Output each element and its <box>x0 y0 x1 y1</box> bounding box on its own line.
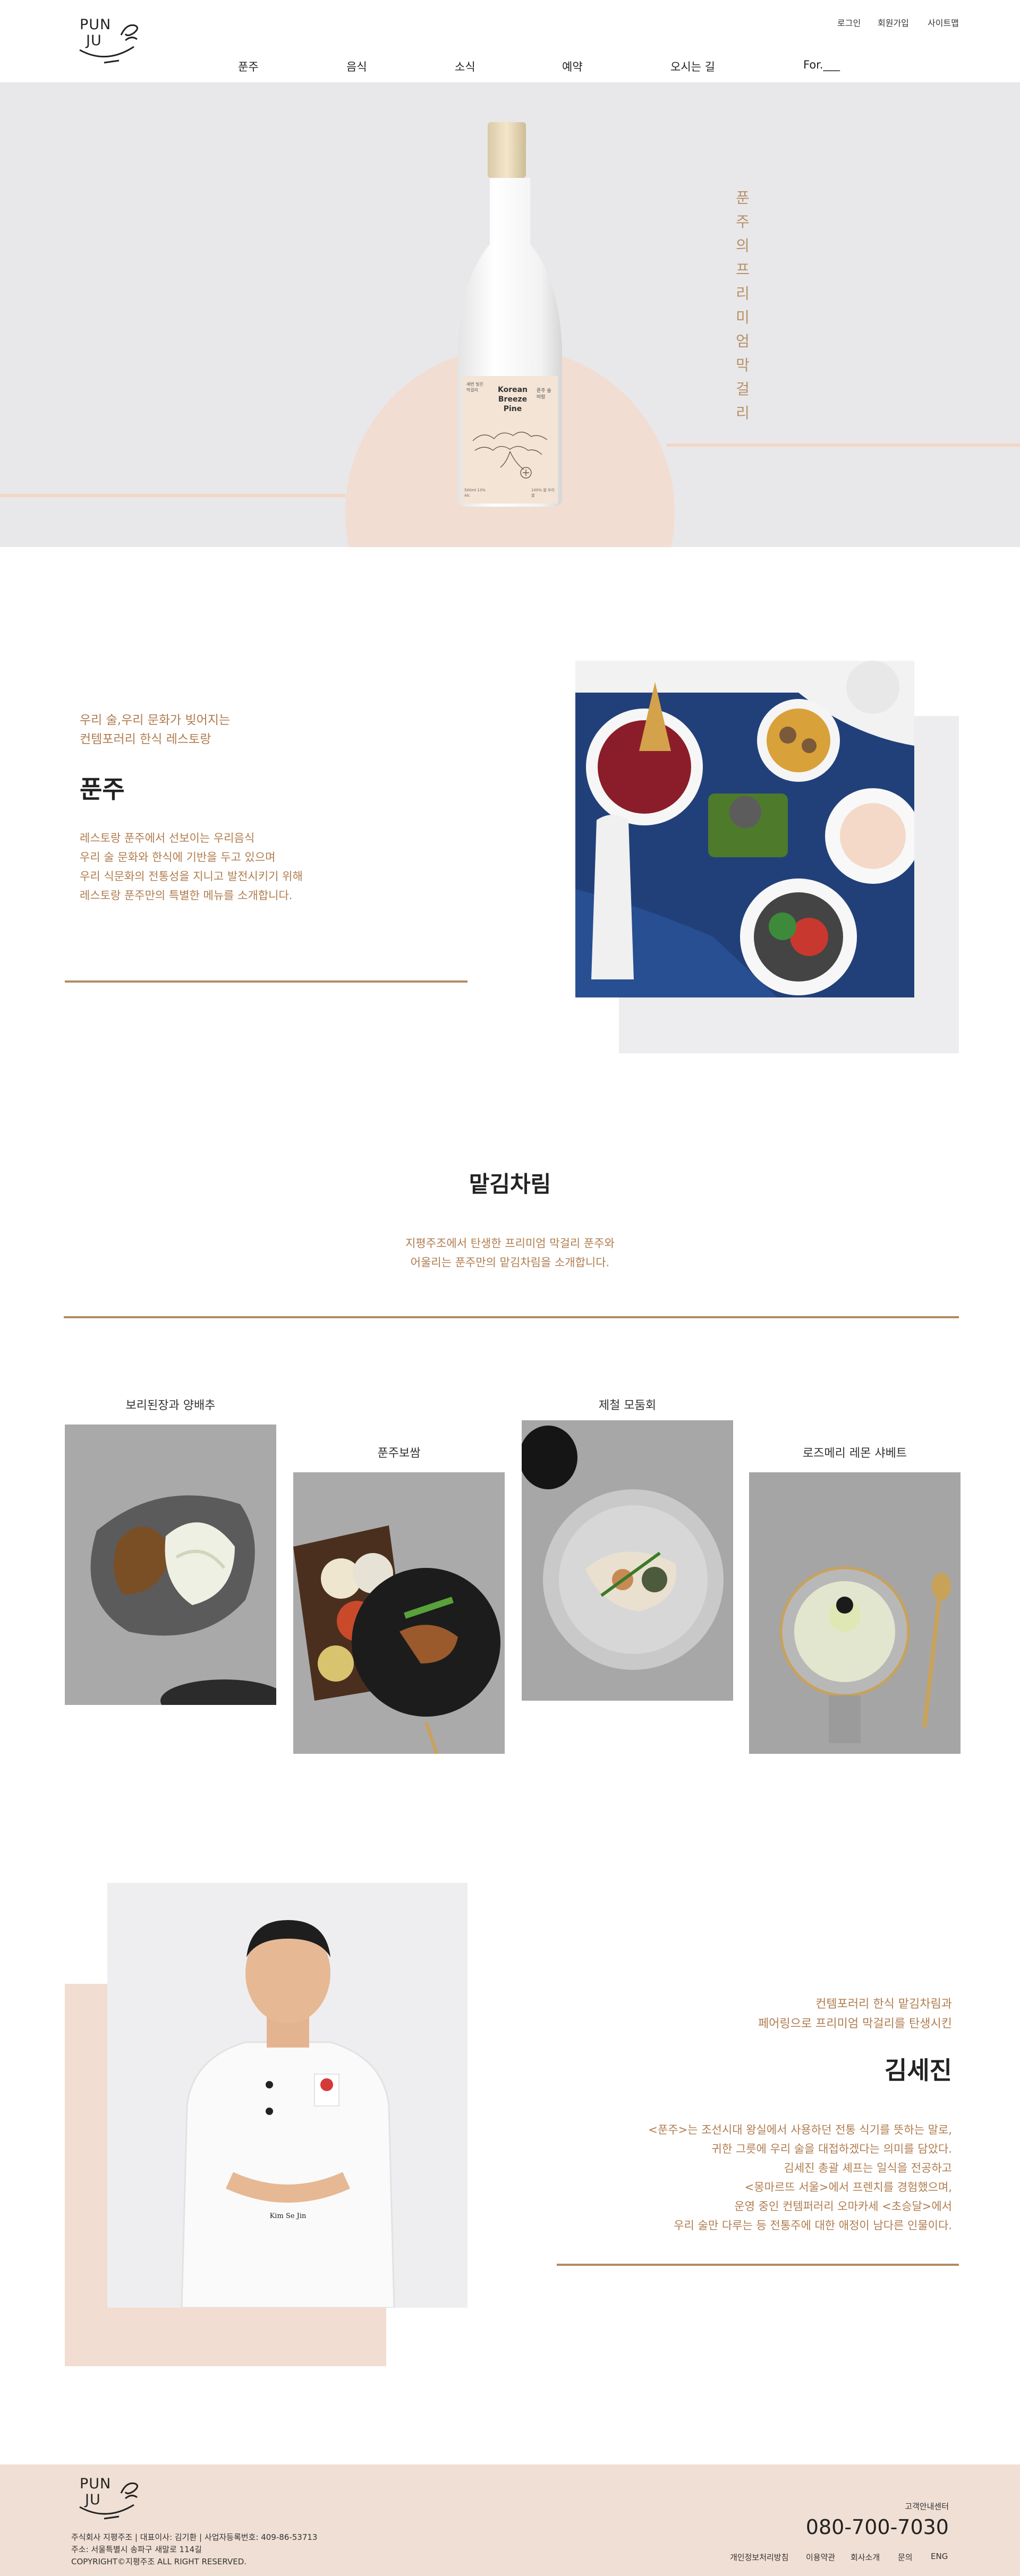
nav-punju[interactable]: 푼주 <box>238 58 259 74</box>
chef-apron-text: Kim Se Jin <box>269 2212 307 2220</box>
hero-vertical-title: 푼주의 프리미엄 막걸리 <box>736 189 750 422</box>
lemon-sherbet-icon <box>749 1472 960 1754</box>
bottle-side-left: 세번 빚은 막걸리 <box>466 382 483 393</box>
chef-body-5: 운영 중인 컨템퍼러리 오마카세 <초승달>에서 <box>734 2200 952 2213</box>
intro-subtitle-2: 컨템포러리 한식 레스토랑 <box>80 732 211 746</box>
nav-reservation[interactable]: 예약 <box>562 58 583 74</box>
footer-logo-bowl-icon <box>79 2482 138 2520</box>
bottle-small-left: 500ml 13% Alc <box>464 488 486 498</box>
menu-section-title: 맡김차림 <box>469 1171 551 1197</box>
login-link[interactable]: 로그인 <box>837 16 861 29</box>
chef-body-6: 우리 술만 다루는 등 전통주에 대한 애정이 남다른 인물이다. <box>674 2219 952 2232</box>
chef-photo: Kim Se Jin <box>107 1883 468 2308</box>
doenjang-cabbage-dish-icon <box>65 1425 276 1705</box>
nav-food[interactable]: 음식 <box>346 58 367 74</box>
intro-body-1: 레스토랑 푼주에서 선보이는 우리음식 <box>80 832 255 845</box>
menu-desc-1: 지평주조에서 탄생한 프리미엄 막걸리 푼주와 <box>405 1237 615 1250</box>
footer-contact-link[interactable]: 문의 <box>898 2552 913 2563</box>
intro-title: 푼주 <box>80 775 125 804</box>
chef-portrait-icon <box>107 1883 468 2308</box>
nav-news[interactable]: 소식 <box>455 58 475 74</box>
nav-for[interactable]: For.___ <box>803 58 840 71</box>
chef-name: 김세진 <box>885 2056 952 2085</box>
menu-item-caption-1: 보리된장과 양배추 <box>125 1399 216 1412</box>
menu-item-photo-1[interactable] <box>65 1425 276 1705</box>
footer-cs-label: 고객안내센터 <box>905 2502 949 2511</box>
bottle-side-right: 푼주 솔바람 <box>537 388 551 400</box>
sitemap-link[interactable]: 사이트맵 <box>928 16 959 29</box>
menu-desc-2: 어울리는 푼주만의 맡김차림을 소개합니다. <box>410 1256 610 1269</box>
footer-about-link[interactable]: 회사소개 <box>851 2552 880 2563</box>
menu-item-caption-2: 푼주보쌈 <box>377 1447 421 1460</box>
footer-terms-link[interactable]: 이용약관 <box>806 2552 835 2563</box>
footer-copyright: COPYRIGHT©지평주조 ALL RIGHT RESERVED. <box>71 2557 247 2566</box>
chef-body-1: <푼주>는 조선시대 왕실에서 사용하던 전통 식기를 뜻하는 말로, <box>648 2123 952 2136</box>
chef-subtitle-2: 페어링으로 프리미엄 막걸리를 탄생시킨 <box>758 2017 952 2031</box>
footer-phone[interactable]: 080-700-7030 <box>806 2515 949 2539</box>
chef-body-4: <몽마르뜨 서울>에서 프렌치를 경험했으며, <box>744 2181 952 2194</box>
intro-body-4: 레스토랑 푼주만의 특별한 메뉴를 소개합니다. <box>80 889 293 902</box>
hero-banner: Korean Breeze Pine 세번 빚은 막걸리 푼주 솔바람 500m… <box>0 82 1020 547</box>
site-header: PUN JU 로그인 회원가입 사이트맵 푼주 음식 소식 예약 오시는 길 F… <box>0 0 1020 82</box>
menu-divider <box>64 1316 959 1318</box>
menu-item-caption-4: 로즈메리 레몬 샤베트 <box>802 1447 907 1460</box>
footer-address: 주소: 서울특별시 송파구 새말로 114길 <box>71 2545 202 2554</box>
bottle-small-right: 100% 쌀 우리쌀 <box>531 488 555 498</box>
sashimi-platter-icon <box>522 1420 733 1701</box>
bottle-tree-illustration-icon <box>472 431 548 479</box>
intro-body-3: 우리 식문화의 전통성을 지니고 발전시키기 위해 <box>80 870 303 883</box>
signup-link[interactable]: 회원가입 <box>878 16 909 29</box>
footer-privacy-link[interactable]: 개인정보처리방침 <box>730 2552 788 2563</box>
bossam-dish-icon <box>293 1472 505 1754</box>
intro-body-2: 우리 술 문화와 한식에 기반을 두고 있으며 <box>80 851 276 864</box>
footer-eng-link[interactable]: ENG <box>931 2552 948 2561</box>
site-logo[interactable]: PUN JU <box>74 14 143 67</box>
logo-bowl-icon <box>79 24 138 64</box>
intro-divider <box>65 980 468 983</box>
hero-line-left <box>0 494 345 497</box>
chef-divider <box>557 2264 959 2266</box>
menu-item-photo-2[interactable] <box>293 1472 505 1754</box>
intro-food-photo <box>575 661 914 997</box>
menu-item-photo-4[interactable] <box>749 1472 960 1754</box>
korean-dishes-illustration-icon <box>575 661 914 997</box>
chef-body-3: 김세진 총괄 셰프는 일식을 전공하고 <box>784 2162 953 2174</box>
chef-body-2: 귀한 그릇에 우리 술을 대접하겠다는 의미를 담았다. <box>711 2143 952 2155</box>
hero-line-right <box>667 443 1020 447</box>
footer-company-info: 주식회사 지평주조 | 대표이사: 김기환 | 사업자등록번호: 409-86-… <box>71 2532 318 2542</box>
menu-item-caption-3: 제철 모둠회 <box>598 1399 657 1412</box>
site-footer: PUN JU 주식회사 지평주조 | 대표이사: 김기환 | 사업자등록번호: … <box>0 2464 1020 2576</box>
nav-location[interactable]: 오시는 길 <box>670 58 715 74</box>
menu-item-photo-3[interactable] <box>522 1420 733 1701</box>
makgeolli-bottle: Korean Breeze Pine 세번 빚은 막걸리 푼주 솔바람 500m… <box>452 122 568 510</box>
intro-subtitle-1: 우리 술,우리 문화가 빚어지는 <box>80 713 231 727</box>
bottle-brand-label: Korean Breeze Pine <box>497 386 528 413</box>
footer-logo[interactable]: PUN JU <box>73 2474 148 2522</box>
chef-subtitle-1: 컨템포러리 한식 맡김차림과 <box>815 1998 952 2011</box>
